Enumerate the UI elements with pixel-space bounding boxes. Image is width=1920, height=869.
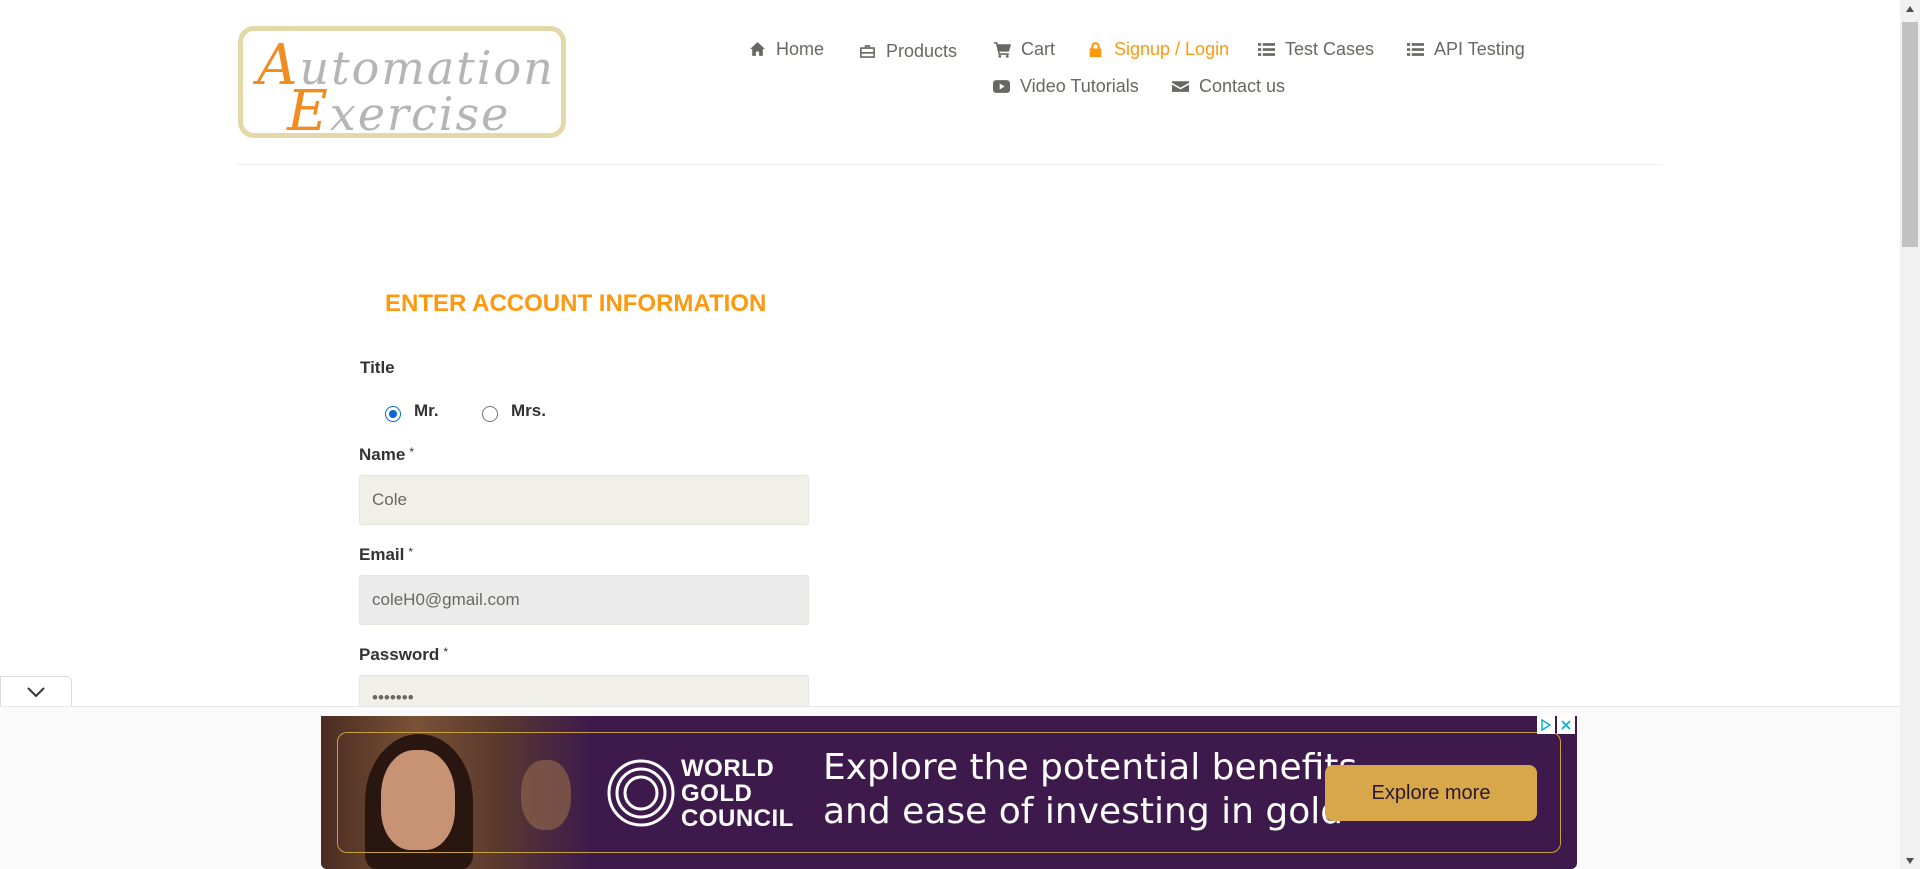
ad-brand: WORLD GOLD COUNCIL [681, 756, 794, 831]
nav-test-cases[interactable]: Test Cases [1258, 39, 1374, 60]
world-gold-council-logo-icon [607, 759, 675, 827]
collapse-ad-button[interactable] [0, 676, 72, 706]
scroll-down-button[interactable] [1900, 852, 1920, 869]
nav-api-testing[interactable]: API Testing [1407, 39, 1525, 60]
nav-contact-label: Contact us [1199, 76, 1286, 96]
nav-video-label: Video Tutorials [1020, 76, 1139, 96]
ad-banner[interactable]: WORLD GOLD COUNCIL Explore the potential… [321, 716, 1577, 869]
envelope-icon [1172, 81, 1189, 92]
ad-copy-line-1: Explore the potential benefits [823, 747, 1358, 788]
nav-cart[interactable]: Cart [994, 39, 1055, 60]
required-mark: * [408, 545, 414, 559]
ad-choices-button[interactable] [1537, 716, 1555, 734]
arrow-down-icon [1906, 857, 1914, 864]
radio-mrs-label[interactable]: Mrs. [511, 401, 546, 421]
nav-video-tutorials[interactable]: Video Tutorials [993, 76, 1139, 97]
youtube-play-icon [993, 80, 1010, 93]
nav-contact-us[interactable]: Contact us [1172, 76, 1285, 97]
nav-products-label: Products [886, 41, 958, 61]
name-value: Cole [372, 490, 407, 509]
radio-mr[interactable] [385, 406, 401, 422]
email-value: coleH0@gmail.com [372, 590, 520, 609]
site-logo[interactable]: Automation Exercise [238, 26, 566, 144]
ad-brand-line-3: COUNCIL [681, 805, 794, 832]
password-value: ••••••• [372, 688, 414, 707]
password-label-text: Password [359, 645, 440, 664]
email-label: Email * [359, 545, 413, 565]
scrollbar-thumb[interactable] [1902, 22, 1918, 247]
ad-brand-line-2: GOLD [681, 780, 753, 807]
ad-cta-button[interactable]: Explore more [1325, 765, 1537, 821]
radio-mr-label[interactable]: Mr. [414, 401, 439, 421]
logo-cap-e: E [287, 79, 330, 144]
close-icon [1561, 720, 1571, 730]
nav-home[interactable]: Home [749, 39, 824, 60]
ad-close-button[interactable] [1557, 716, 1575, 734]
name-label-text: Name [359, 445, 406, 464]
ad-copy-line-2: and ease of investing in gold [823, 791, 1344, 832]
password-label: Password * [359, 645, 448, 665]
title-label: Title [360, 358, 395, 377]
lock-icon [1089, 42, 1102, 57]
home-icon [750, 42, 765, 56]
password-field[interactable]: ••••••• [359, 675, 809, 707]
list-icon [1407, 43, 1424, 56]
nav-signup-label: Signup / Login [1114, 39, 1230, 59]
chevron-down-icon [27, 686, 45, 697]
ad-brand-line-1: WORLD [681, 755, 775, 782]
logo-line-2: Exercise [287, 79, 510, 144]
radio-mrs[interactable] [482, 406, 498, 422]
email-field[interactable]: coleH0@gmail.com [359, 575, 809, 625]
required-mark: * [443, 645, 448, 659]
nav-api-testing-label: API Testing [1434, 39, 1525, 59]
nav-products[interactable]: Products [859, 41, 957, 62]
logo-text-exercise: xercise [329, 87, 511, 141]
required-mark: * [409, 445, 414, 459]
ad-choices-icon [1541, 719, 1552, 731]
nav-home-label: Home [776, 39, 825, 59]
name-field[interactable]: Cole [359, 475, 809, 525]
list-icon [1258, 43, 1275, 56]
ad-copy: Explore the potential benefits and ease … [823, 746, 1357, 834]
section-heading: ENTER ACCOUNT INFORMATION [385, 290, 767, 317]
nav-cart-label: Cart [1021, 39, 1056, 59]
nav-test-cases-label: Test Cases [1285, 39, 1375, 59]
name-label: Name * [359, 445, 414, 465]
briefcase-icon [860, 45, 875, 58]
page-scrollbar[interactable] [1900, 0, 1920, 869]
arrow-up-icon [1906, 5, 1914, 12]
header-divider [236, 164, 1662, 165]
email-label-text: Email [359, 545, 405, 564]
scroll-up-button[interactable] [1900, 0, 1920, 17]
cart-icon [994, 42, 1011, 58]
nav-signup-login[interactable]: Signup / Login [1087, 39, 1229, 60]
